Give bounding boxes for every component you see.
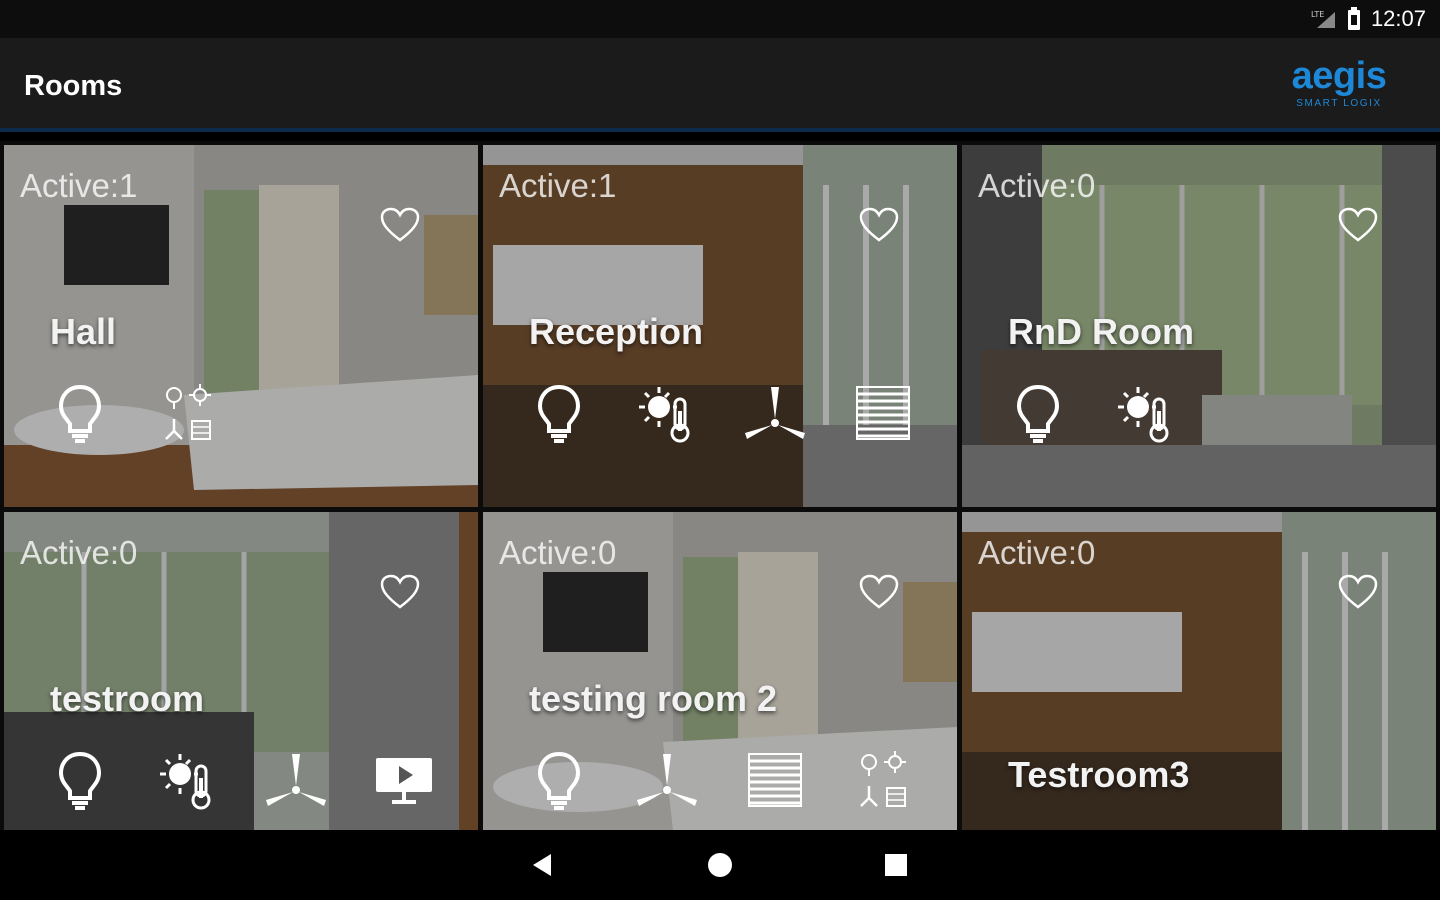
room-name: testing room 2 <box>529 678 778 719</box>
blinds-icon[interactable] <box>743 748 807 812</box>
mixed-devices-icon[interactable] <box>156 381 220 445</box>
back-icon[interactable] <box>526 847 562 883</box>
room-tile[interactable]: Active:0 RnD Room <box>962 145 1436 507</box>
room-name: RnD Room <box>1008 311 1194 352</box>
mixed-devices-icon[interactable] <box>851 748 915 812</box>
device-icons <box>48 748 436 812</box>
favorite-heart-icon[interactable] <box>859 207 899 243</box>
device-icons <box>1006 381 1178 445</box>
status-time: 12:07 <box>1370 6 1426 31</box>
favorite-heart-icon[interactable] <box>380 574 420 610</box>
bulb-icon[interactable] <box>527 748 591 812</box>
bulb-icon[interactable] <box>527 381 591 445</box>
home-icon[interactable] <box>702 847 738 883</box>
temperature-icon[interactable] <box>1114 381 1178 445</box>
temperature-icon[interactable] <box>156 748 220 812</box>
room-tile[interactable]: Active:0 testroom <box>4 512 478 830</box>
device-icons <box>48 381 220 445</box>
fan-icon[interactable] <box>635 748 699 812</box>
brand-logo: aegis SMART LOGIX <box>1288 56 1390 109</box>
tv-icon[interactable] <box>372 748 436 812</box>
recents-icon[interactable] <box>878 847 914 883</box>
room-name: Reception <box>529 311 704 352</box>
bulb-icon[interactable] <box>1006 381 1070 445</box>
room-name: testroom <box>50 678 205 719</box>
temperature-icon[interactable] <box>635 381 699 445</box>
room-name: Hall <box>50 311 117 352</box>
active-count: Active:0 <box>978 534 1096 571</box>
device-icons <box>527 381 915 445</box>
app-bar: Rooms aegis SMART LOGIX <box>0 38 1440 132</box>
favorite-heart-icon[interactable] <box>1338 574 1378 610</box>
blinds-icon[interactable] <box>851 381 915 445</box>
room-tile[interactable]: Active:0 testing room 2 <box>483 512 957 830</box>
battery-icon <box>1347 7 1361 31</box>
fan-icon[interactable] <box>264 748 328 812</box>
active-count: Active:1 <box>499 167 617 204</box>
room-name: Testroom3 <box>1008 754 1190 795</box>
favorite-heart-icon[interactable] <box>1338 207 1378 243</box>
device-icons <box>527 748 915 812</box>
signal-icon: LTE <box>1311 8 1337 30</box>
active-count: Active:0 <box>499 534 617 571</box>
navigation-bar <box>0 830 1440 900</box>
bulb-icon[interactable] <box>48 381 112 445</box>
room-tile[interactable]: Active:1 Hall <box>4 145 478 507</box>
fan-icon[interactable] <box>743 381 807 445</box>
status-bar: LTE 12:07 <box>0 0 1440 38</box>
bulb-icon[interactable] <box>48 748 112 812</box>
active-count: Active:0 <box>978 167 1096 204</box>
active-count: Active:0 <box>20 534 138 571</box>
page-title: Rooms <box>24 70 123 102</box>
room-tile[interactable]: Active:1 Reception <box>483 145 957 507</box>
room-tile[interactable]: Active:0 Testroom3 <box>962 512 1436 830</box>
logo-sub-text: SMART LOGIX <box>1296 98 1382 109</box>
favorite-heart-icon[interactable] <box>380 207 420 243</box>
svg-text:LTE: LTE <box>1311 10 1324 19</box>
rooms-grid: Active:1 Hall Active:1 Reception Active:… <box>0 141 1440 830</box>
active-count: Active:1 <box>20 167 138 204</box>
favorite-heart-icon[interactable] <box>859 574 899 610</box>
logo-main-text: aegis <box>1291 55 1387 97</box>
